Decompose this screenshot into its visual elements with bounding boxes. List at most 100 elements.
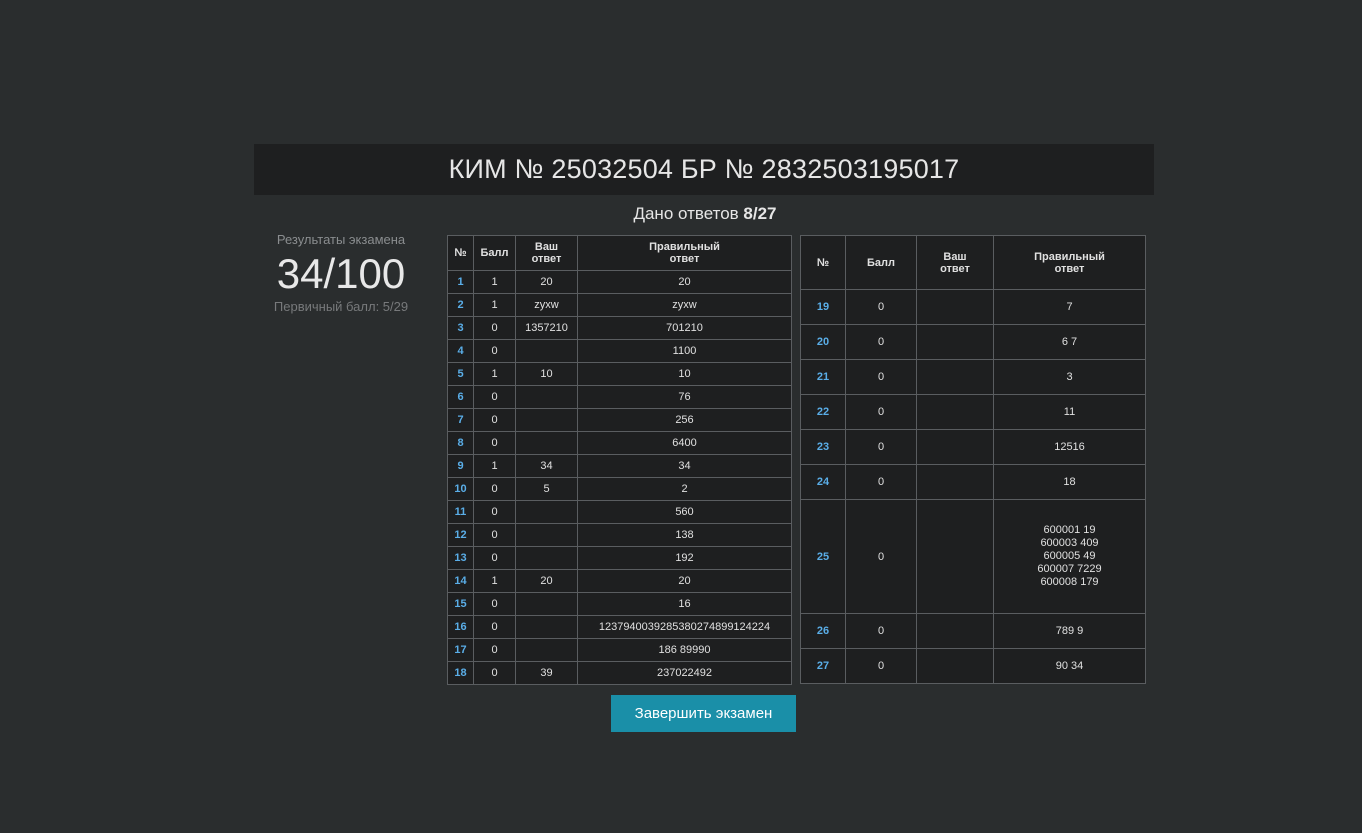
table-row: 26 0 789 9 bbox=[800, 613, 1146, 649]
question-number[interactable]: 15 bbox=[447, 592, 474, 616]
question-number[interactable]: 13 bbox=[447, 546, 474, 570]
correct-answer-cell: 6400 bbox=[577, 431, 792, 455]
question-number[interactable]: 9 bbox=[447, 454, 474, 478]
score-cell: 0 bbox=[845, 394, 917, 430]
score-cell: 0 bbox=[473, 408, 516, 432]
column-header-correct-answer: Правильный ответ bbox=[577, 235, 792, 271]
table-row: 18 0 39 237022492 bbox=[447, 661, 792, 685]
question-number[interactable]: 16 bbox=[447, 615, 474, 639]
answers-given: Дано ответов 8/27 bbox=[447, 204, 963, 224]
results-table-left: № Балл Ваш ответ Правильный ответ 1 1 20 20 2 1… bbox=[447, 235, 792, 685]
column-header-your-answer: Ваш ответ bbox=[515, 235, 578, 271]
table-row: 5 1 10 10 bbox=[447, 362, 792, 386]
correct-answer-cell: 11 bbox=[993, 394, 1146, 430]
question-number[interactable]: 19 bbox=[800, 289, 846, 325]
score-cell: 0 bbox=[473, 500, 516, 524]
page-title: КИМ № 25032504 БР № 2832503195017 bbox=[448, 154, 960, 184]
score-cell: 0 bbox=[473, 477, 516, 501]
table-row: 9 1 34 34 bbox=[447, 454, 792, 478]
question-number[interactable]: 4 bbox=[447, 339, 474, 363]
question-number[interactable]: 2 bbox=[447, 293, 474, 317]
your-answer-cell bbox=[916, 464, 994, 500]
table-row: 19 0 7 bbox=[800, 289, 1146, 325]
table-row: 17 0 186 89990 bbox=[447, 638, 792, 662]
table-header-row: № Балл Ваш ответ Правильный ответ bbox=[800, 235, 1146, 290]
correct-answer-cell: 192 bbox=[577, 546, 792, 570]
score-cell: 0 bbox=[845, 648, 917, 684]
question-number[interactable]: 20 bbox=[800, 324, 846, 360]
correct-answer-cell: 10 bbox=[577, 362, 792, 386]
your-answer-cell bbox=[515, 339, 578, 363]
table-row: 23 0 12516 bbox=[800, 429, 1146, 465]
correct-answer-cell: 1100 bbox=[577, 339, 792, 363]
score-cell: 1 bbox=[473, 569, 516, 593]
column-header-score: Балл bbox=[845, 235, 917, 290]
question-number[interactable]: 26 bbox=[800, 613, 846, 649]
your-answer-cell: 34 bbox=[515, 454, 578, 478]
score-cell: 1 bbox=[473, 270, 516, 294]
question-number[interactable]: 10 bbox=[447, 477, 474, 501]
your-answer-cell bbox=[515, 546, 578, 570]
score-cell: 0 bbox=[845, 429, 917, 465]
table-header-row: № Балл Ваш ответ Правильный ответ bbox=[447, 235, 792, 271]
score-cell: 0 bbox=[845, 359, 917, 395]
score-cell: 0 bbox=[845, 613, 917, 649]
table-row: 20 0 6 7 bbox=[800, 324, 1146, 360]
correct-answer-cell: 18 bbox=[993, 464, 1146, 500]
finish-exam-button[interactable]: Завершить экзамен bbox=[611, 695, 796, 732]
question-number[interactable]: 12 bbox=[447, 523, 474, 547]
correct-answer-cell: 34 bbox=[577, 454, 792, 478]
results-table-left-body: 1 1 20 20 2 1 zyxw zyxw 3 0 1357210 701210 4 0 1100 5 1 1… bbox=[447, 270, 792, 685]
table-row: 10 0 5 2 bbox=[447, 477, 792, 501]
correct-answer-cell: 560 bbox=[577, 500, 792, 524]
question-number[interactable]: 27 bbox=[800, 648, 846, 684]
table-row: 8 0 6400 bbox=[447, 431, 792, 455]
question-number[interactable]: 14 bbox=[447, 569, 474, 593]
correct-answer-cell: 76 bbox=[577, 385, 792, 409]
correct-answer-cell: 6 7 bbox=[993, 324, 1146, 360]
column-header-score: Балл bbox=[473, 235, 516, 271]
score-cell: 1 bbox=[473, 362, 516, 386]
your-answer-cell bbox=[916, 648, 994, 684]
question-number[interactable]: 23 bbox=[800, 429, 846, 465]
question-number[interactable]: 21 bbox=[800, 359, 846, 395]
your-answer-cell bbox=[515, 385, 578, 409]
correct-answer-cell: 256 bbox=[577, 408, 792, 432]
score-cell: 0 bbox=[473, 546, 516, 570]
question-number[interactable]: 5 bbox=[447, 362, 474, 386]
question-number[interactable]: 8 bbox=[447, 431, 474, 455]
correct-answer-cell: 237022492 bbox=[577, 661, 792, 685]
question-number[interactable]: 24 bbox=[800, 464, 846, 500]
question-number[interactable]: 22 bbox=[800, 394, 846, 430]
result-score: 34/100 bbox=[276, 250, 406, 297]
results-table-right-body: 19 0 7 20 0 6 7 21 0 3 22 0 11 23 0 12516 24 0 18 25 0 60000… bbox=[800, 289, 1146, 684]
question-number[interactable]: 17 bbox=[447, 638, 474, 662]
score-cell: 1 bbox=[473, 293, 516, 317]
correct-answer-cell: 2 bbox=[577, 477, 792, 501]
score-cell: 0 bbox=[845, 464, 917, 500]
answers-given-label: Дано ответов bbox=[633, 204, 739, 223]
correct-answer-cell: 90 34 bbox=[993, 648, 1146, 684]
table-row: 14 1 20 20 bbox=[447, 569, 792, 593]
table-row: 13 0 192 bbox=[447, 546, 792, 570]
question-number[interactable]: 18 bbox=[447, 661, 474, 685]
result-label: Результаты экзамена bbox=[276, 232, 406, 247]
score-cell: 0 bbox=[845, 324, 917, 360]
table-row: 6 0 76 bbox=[447, 385, 792, 409]
correct-answer-cell: 789 9 bbox=[993, 613, 1146, 649]
your-answer-cell bbox=[515, 523, 578, 547]
question-number[interactable]: 25 bbox=[800, 499, 846, 614]
your-answer-cell: 5 bbox=[515, 477, 578, 501]
question-number[interactable]: 11 bbox=[447, 500, 474, 524]
table-row: 11 0 560 bbox=[447, 500, 792, 524]
question-number[interactable]: 6 bbox=[447, 385, 474, 409]
question-number[interactable]: 1 bbox=[447, 270, 474, 294]
results-table-right: № Балл Ваш ответ Правильный ответ 19 0 7 20 0 6… bbox=[800, 235, 1146, 684]
your-answer-cell bbox=[515, 431, 578, 455]
correct-answer-cell: 3 bbox=[993, 359, 1146, 395]
correct-answer-cell: 600001 19 600003 409 600005 49 600007 7229 6… bbox=[993, 499, 1146, 614]
question-number[interactable]: 3 bbox=[447, 316, 474, 340]
correct-answer-cell: 16 bbox=[577, 592, 792, 616]
question-number[interactable]: 7 bbox=[447, 408, 474, 432]
your-answer-cell bbox=[916, 289, 994, 325]
